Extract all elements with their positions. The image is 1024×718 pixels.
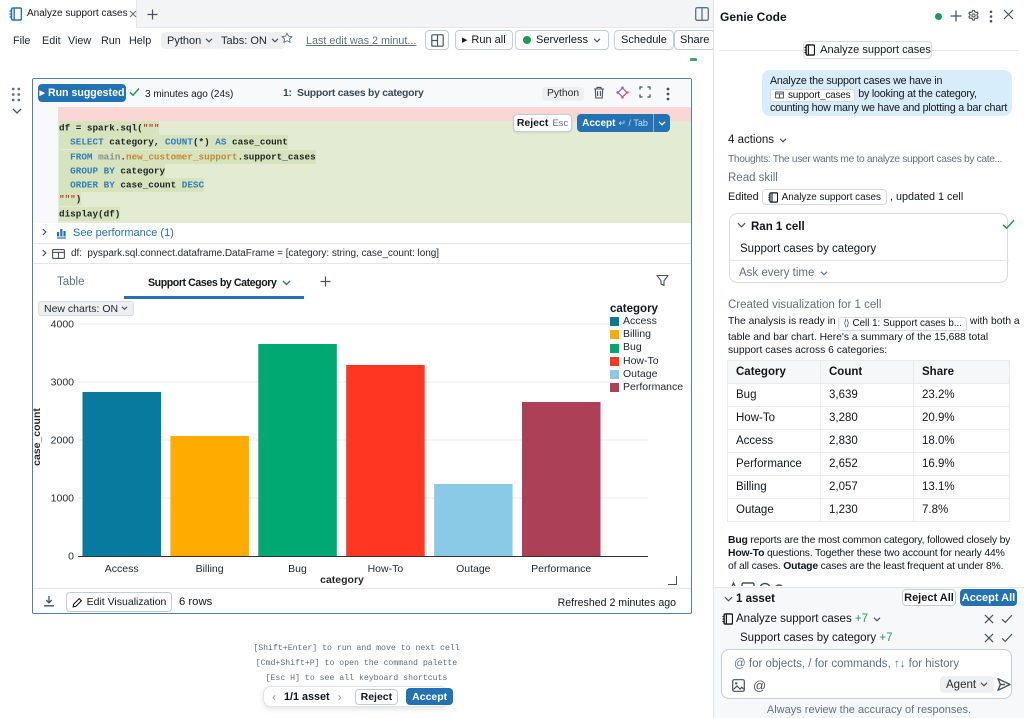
svg-text:case_count: case_count — [33, 408, 43, 466]
svg-text:Access: Access — [105, 563, 139, 575]
svg-text:How-To: How-To — [368, 563, 404, 575]
svg-text:0: 0 — [68, 551, 74, 563]
svg-text:3000: 3000 — [51, 377, 75, 389]
svg-text:1000: 1000 — [51, 493, 75, 505]
svg-text:2000: 2000 — [51, 435, 75, 447]
svg-text:Outage: Outage — [456, 563, 491, 575]
svg-text:Performance: Performance — [531, 563, 591, 575]
svg-text:Bug: Bug — [288, 563, 307, 575]
svg-text:category: category — [320, 574, 364, 585]
svg-text:4000: 4000 — [51, 319, 75, 331]
svg-text:Billing: Billing — [196, 563, 224, 575]
